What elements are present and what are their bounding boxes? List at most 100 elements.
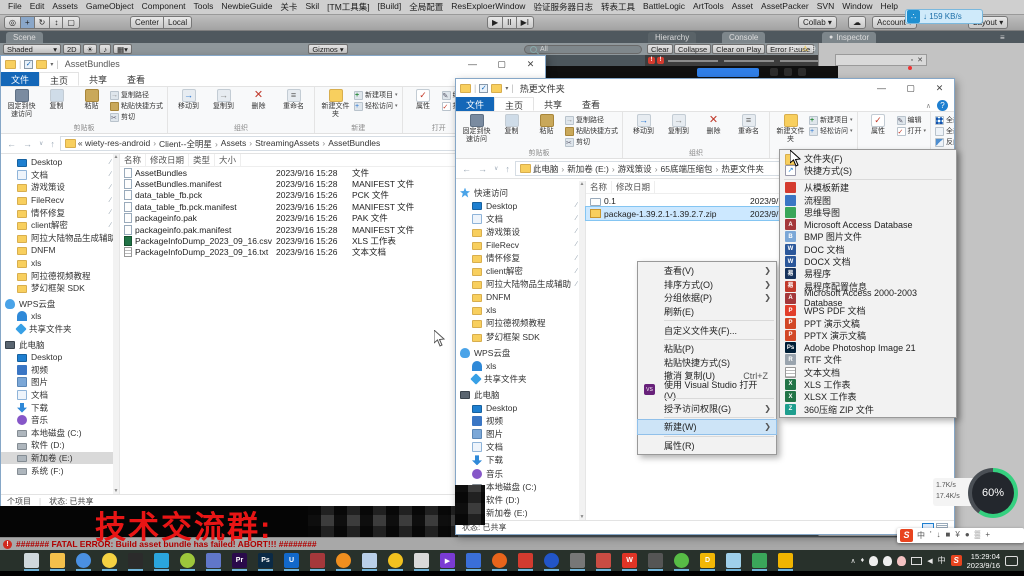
ribbon-button[interactable]: 复制路径 <box>565 115 618 125</box>
taskbar-icon-bluestacks[interactable] <box>154 553 169 568</box>
sidebar-item[interactable]: 此电脑 ∕ <box>1 338 119 351</box>
sidebar-item[interactable]: 快速访问 ∕ <box>456 186 585 199</box>
menu-item[interactable]: ResExploerWindow <box>447 1 529 13</box>
sidebar-item[interactable]: 新加卷 (E:) ∕ <box>1 452 119 465</box>
menu-item[interactable]: 关卡 <box>276 1 301 13</box>
history-dropdown[interactable]: ∨ <box>37 140 45 147</box>
menu-item[interactable]: Window <box>838 1 876 13</box>
context-menu-item[interactable]: 排序方式(O) ❯ <box>638 278 776 292</box>
sidebar-scrollbar[interactable]: ▲▼ <box>579 181 585 520</box>
menu-item[interactable]: [TM工具集] <box>323 1 374 13</box>
taskbar-icon-wechat[interactable] <box>674 553 689 568</box>
menu-item[interactable]: File <box>4 1 26 13</box>
sidebar-item[interactable]: 软件 (D:) ∕ <box>1 439 119 452</box>
shaded-dropdown[interactable]: Shaded▾ <box>3 44 61 54</box>
console-button[interactable]: Clear <box>647 44 673 54</box>
minimize-button[interactable]: — <box>867 80 896 96</box>
menu-item[interactable]: ArtTools <box>689 1 728 13</box>
ribbon-button[interactable]: 粘贴 <box>75 89 108 122</box>
close-button[interactable]: ✕ <box>516 56 545 72</box>
context-menu-item[interactable]: 属性(R) ❯ <box>638 439 776 453</box>
breadcrumb-segment[interactable]: 此电脑› <box>533 163 567 175</box>
sidebar-item[interactable]: 阿拉德视频教程 ∕ <box>1 269 119 282</box>
ribbon-button[interactable]: 复制到 <box>662 114 695 147</box>
history-dropdown[interactable]: ∨ <box>492 165 500 172</box>
microphone-icon[interactable]: ♦ <box>861 557 865 564</box>
follow-button[interactable] <box>697 68 759 77</box>
tab-share[interactable]: 共享 <box>534 97 572 111</box>
help-icon[interactable]: ? <box>937 100 948 111</box>
forward-button[interactable]: → <box>21 139 34 149</box>
taskbar-icon-itunes-u[interactable]: U <box>284 553 299 568</box>
ribbon-button[interactable]: 轻松访问 <box>809 126 853 136</box>
submenu-item[interactable]: 流程图 <box>780 194 956 206</box>
newfolder-qat-icon[interactable] <box>36 60 47 69</box>
taskbar-icon-tv-app[interactable] <box>570 553 585 568</box>
ribbon-button[interactable]: 新建文件夹 <box>319 89 352 122</box>
restore-icon[interactable]: ▫ <box>911 57 913 64</box>
menu-item[interactable]: 验证服务器日志 <box>529 1 597 13</box>
taskbar-icon-contacts[interactable] <box>206 553 221 568</box>
breadcrumb-segment[interactable]: 热更文件夹› <box>721 163 764 175</box>
tab-file[interactable]: 文件 <box>1 72 39 86</box>
menu-item[interactable]: [Build] <box>374 1 406 13</box>
2d-toggle[interactable]: 2D <box>63 44 81 54</box>
taskbar-icon-premiere[interactable]: Pr <box>232 553 247 568</box>
sidebar-item[interactable]: Desktop ∕ <box>1 156 119 169</box>
submenu-item[interactable]: P PPTX 演示文稿 <box>780 329 956 341</box>
tab-view[interactable]: 查看 <box>572 97 610 111</box>
taskbar-icon-emoji-app[interactable] <box>388 553 403 568</box>
tab-file[interactable]: 文件 <box>456 97 494 111</box>
taskbar-icon-notes-app[interactable] <box>726 553 741 568</box>
sidebar-item[interactable]: FileRecv ∕ <box>456 238 585 251</box>
console-button[interactable]: Collapse <box>674 44 711 54</box>
sidebar-item[interactable]: 音乐 ∕ <box>456 467 585 480</box>
inspector-lock-icon[interactable]: ≡ <box>1000 33 1005 42</box>
sogou-tray-icon[interactable]: S <box>951 555 962 566</box>
taskbar-icon-search-tool[interactable] <box>336 553 351 568</box>
taskbar-icon-firefox[interactable] <box>492 553 507 568</box>
taskbar-icon-wps[interactable]: W <box>622 553 637 568</box>
sidebar-item[interactable]: xls ∕ <box>1 257 119 270</box>
ribbon-button[interactable]: 复制路径 <box>110 90 163 100</box>
context-menu-item[interactable]: 粘贴(P) ❯ <box>638 342 776 356</box>
play-button[interactable]: ▶ <box>487 16 503 29</box>
cloud-button[interactable]: ☁ <box>848 16 866 29</box>
volume-icon[interactable]: ◀ <box>927 557 932 565</box>
taskbar-clock[interactable]: 15:29:04 2023/9/16 <box>967 552 1000 570</box>
column-header[interactable]: 大小 <box>215 154 241 166</box>
menu-item[interactable]: Edit <box>26 1 49 13</box>
sidebar-item[interactable]: 文档 ∕ <box>1 169 119 182</box>
ribbon-button[interactable]: 新建项目 <box>354 90 398 100</box>
qq-icon[interactable] <box>869 556 878 566</box>
sidebar-item[interactable]: xls ∕ <box>456 304 585 317</box>
sogou-toolbar-icon[interactable]: + <box>985 530 990 541</box>
console-button[interactable]: Clear on Play <box>712 44 765 54</box>
menu-item[interactable]: Assets <box>48 1 82 13</box>
sidebar-item[interactable]: client解密 ∕ <box>456 265 585 278</box>
column-header[interactable]: 修改日期 <box>612 181 655 193</box>
breadcrumb-segment[interactable]: StreamingAssets› <box>255 138 328 150</box>
breadcrumb[interactable]: « wiety-res-android›Client--全明星›Assets›S… <box>60 136 502 151</box>
context-menu-item[interactable]: VS 使用 Visual Studio 打开(V) ❯ <box>638 383 776 397</box>
submenu-item[interactable]: A Microsoft Access Database <box>780 218 956 230</box>
sidebar-item[interactable]: 下载 ∕ <box>1 401 119 414</box>
breadcrumb-segment[interactable]: « wiety-res-android› <box>78 138 159 150</box>
taskbar-icon-chrome[interactable] <box>76 553 91 568</box>
titlebar[interactable]: | ✓ ▾ | AssetBundles — ▢ ✕ <box>1 56 545 72</box>
ribbon-button[interactable]: 新建项目 <box>809 115 853 125</box>
tab-inspector[interactable]: ●Inspector <box>822 32 876 43</box>
lighting-toggle[interactable]: ☀ <box>83 44 98 54</box>
submenu-item[interactable]: R RTF 文件 <box>780 354 956 366</box>
action-center-icon[interactable] <box>1005 556 1018 566</box>
menu-item[interactable]: Tools <box>190 1 218 13</box>
ribbon-button[interactable]: 剪切 <box>110 112 163 122</box>
column-header[interactable]: 名称 <box>120 154 146 166</box>
menu-item[interactable]: Skil <box>301 1 323 13</box>
qq-icon[interactable] <box>883 556 892 566</box>
taskbar-icon-dingtalk[interactable]: D <box>700 553 715 568</box>
breadcrumb-segment[interactable]: 新加卷 (E:)› <box>567 163 617 175</box>
ribbon-button[interactable]: 粘贴快捷方式 <box>565 126 618 136</box>
console-log-area[interactable]: ! ! <box>645 55 835 66</box>
sidebar-item[interactable]: 视频 ∕ <box>1 364 119 377</box>
